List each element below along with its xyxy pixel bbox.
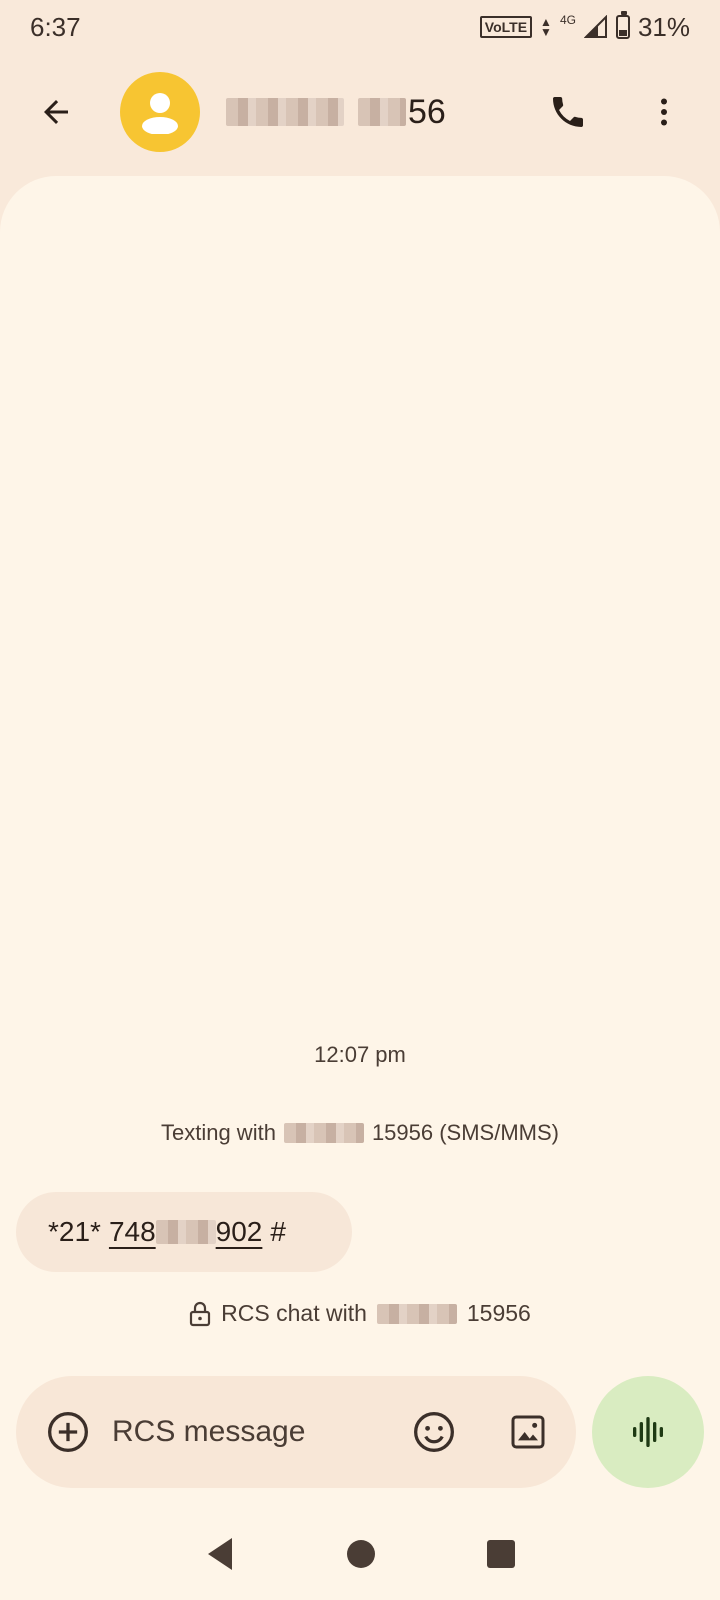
redacted-name — [376, 1303, 457, 1324]
status-icons: VoLTE ▲ ▼ 4G 31% — [479, 11, 690, 43]
status-time: 6:37 — [30, 11, 81, 42]
nav-home-icon[interactable] — [346, 1539, 376, 1569]
message-timestamp: 12:07 pm — [314, 1042, 406, 1067]
nav-recents-icon[interactable] — [486, 1539, 516, 1569]
phone-icon — [553, 97, 583, 127]
redacted-name — [283, 1123, 364, 1143]
texting-with-prefix: Texting with — [160, 1120, 276, 1145]
message-prefix: *21* — [48, 1216, 101, 1247]
message-suffix: # — [270, 1216, 286, 1247]
texting-with-suffix: 15956 (SMS/MMS) — [371, 1120, 559, 1145]
voice-message-button[interactable] — [592, 1376, 704, 1488]
battery-icon — [615, 11, 630, 39]
texting-with-info: Texting with 15956 (SMS/MMS) — [0, 1120, 720, 1146]
voice-waveform-icon — [633, 1417, 663, 1447]
redacted-name — [226, 98, 344, 126]
message-phone-link[interactable]: 748 902 — [109, 1216, 262, 1248]
volte-icon: VoLTE — [479, 16, 533, 38]
gallery-button[interactable] — [500, 1404, 556, 1460]
back-button[interactable] — [28, 84, 84, 140]
image-icon — [511, 1415, 545, 1449]
signal-icon — [583, 15, 607, 38]
message-number-start: 748 — [108, 1216, 156, 1247]
emoji-button[interactable] — [406, 1404, 462, 1460]
call-button[interactable] — [540, 84, 596, 140]
message-number-end: 902 — [215, 1216, 263, 1247]
battery-percent: 31% — [637, 11, 690, 42]
rcs-chat-prefix: RCS chat with — [221, 1300, 367, 1326]
person-icon — [142, 93, 178, 134]
conversation-header: 56 — [0, 54, 720, 170]
rcs-chat-info: RCS chat with 15956 — [0, 1300, 720, 1327]
lock-icon — [190, 1301, 211, 1326]
contact-name-suffix: 56 — [408, 92, 446, 131]
more-vert-icon — [661, 98, 667, 126]
nav-back-icon[interactable] — [204, 1536, 236, 1572]
network-type: 4G — [559, 13, 576, 27]
compose-bar: RCS message — [16, 1376, 576, 1488]
contact-avatar[interactable] — [120, 72, 200, 152]
add-circle-icon — [48, 1412, 88, 1452]
redacted-digits — [155, 1220, 216, 1244]
rcs-chat-suffix: 15956 — [466, 1300, 531, 1326]
attach-button[interactable] — [40, 1404, 96, 1460]
data-activity-icon: ▲ ▼ — [540, 15, 552, 39]
arrow-back-icon — [44, 100, 68, 124]
more-options-button[interactable] — [636, 84, 692, 140]
contact-name[interactable]: 56 — [226, 93, 446, 132]
status-bar: 6:37 VoLTE ▲ ▼ 4G 31% — [0, 0, 720, 54]
system-nav-bar — [0, 1508, 720, 1600]
redacted-number — [358, 98, 406, 126]
message-bubble[interactable]: *21* 748 902 # — [16, 1192, 352, 1272]
message-input[interactable]: RCS message — [112, 1415, 305, 1449]
emoji-icon — [414, 1412, 454, 1452]
